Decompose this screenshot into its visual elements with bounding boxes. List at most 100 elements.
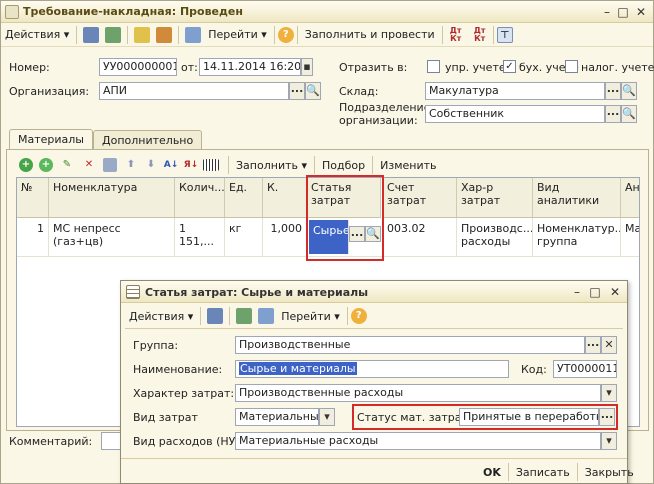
table-cell[interactable]: МС непресс (газ+цв): [49, 218, 175, 256]
comment-label: Комментарий:: [9, 435, 93, 448]
dialog-actions-menu[interactable]: Действия ▾: [125, 306, 197, 326]
dialog-minimize-icon[interactable]: –: [569, 284, 585, 300]
add-icon[interactable]: +: [19, 158, 33, 172]
table-cell[interactable]: Производс... расходы: [457, 218, 533, 256]
sort-desc-icon[interactable]: Я↓: [183, 157, 199, 173]
organization-open-icon[interactable]: 🔍: [305, 82, 321, 100]
column-header[interactable]: Счет затрат: [383, 178, 457, 218]
number-field[interactable]: УУ000000001: [99, 58, 177, 76]
dialog-refresh-icon[interactable]: [236, 308, 253, 324]
dialog-close-icon[interactable]: ✕: [607, 284, 623, 300]
warehouse-select-button[interactable]: ...: [605, 82, 621, 100]
upr-checkbox[interactable]: [427, 60, 440, 73]
help-icon[interactable]: ?: [277, 26, 294, 43]
main-toolbar: Действия ▾ Перейти ▾ ? Заполнить и прове…: [1, 23, 653, 47]
edit-icon[interactable]: ✎: [59, 157, 75, 173]
nalog-checkbox[interactable]: [565, 60, 578, 73]
kind-dropdown-icon[interactable]: ▾: [319, 408, 335, 426]
move-up-icon[interactable]: ⬆: [123, 157, 139, 173]
table-cell[interactable]: кг: [225, 218, 263, 256]
fill-and-post-button[interactable]: Заполнить и провести: [301, 25, 439, 45]
date-field[interactable]: 14.11.2014 16:20:23: [199, 58, 301, 76]
table-cell[interactable]: Номенклатур... группа: [533, 218, 621, 256]
group-field[interactable]: Производственные: [235, 336, 585, 354]
calendar-button[interactable]: ▪: [301, 58, 313, 76]
division-field[interactable]: Собственник: [425, 105, 605, 123]
close-button[interactable]: Закрыть: [581, 462, 638, 482]
name-label: Наименование:: [133, 363, 223, 376]
ok-button[interactable]: OK: [479, 462, 505, 482]
close-icon[interactable]: ✕: [633, 4, 649, 20]
refresh-icon[interactable]: [105, 26, 122, 43]
sort-asc-icon[interactable]: A↓: [163, 157, 179, 173]
nu-dropdown-icon[interactable]: ▾: [601, 432, 617, 450]
delete-icon[interactable]: ✕: [81, 157, 97, 173]
kind-label: Вид затрат: [133, 411, 198, 424]
copy-row-icon[interactable]: +: [39, 158, 53, 172]
comment-field[interactable]: [101, 432, 121, 450]
organization-select-button[interactable]: ...: [289, 82, 305, 100]
pick-button[interactable]: Подбор: [318, 155, 369, 175]
dialog-save-icon[interactable]: [207, 308, 224, 324]
dt-kt-movements-icon[interactable]: Дт Кт: [470, 26, 490, 43]
dialog-copy-icon[interactable]: [258, 308, 275, 324]
column-header[interactable]: Номенклатура: [49, 178, 175, 218]
division-label: Подразделение организации:: [339, 101, 431, 127]
nature-field[interactable]: Производственные расходы: [235, 384, 601, 402]
actions-menu[interactable]: Действия ▾: [1, 25, 73, 45]
table-toolbar: + + ✎ ✕ ⬆ ⬇ A↓ Я↓ Заполнить ▾ Подбор Изм…: [19, 155, 441, 175]
column-header[interactable]: Ед.: [225, 178, 263, 218]
group-label: Группа:: [133, 339, 179, 352]
table-cell[interactable]: 1,000: [263, 218, 307, 256]
barcode-icon[interactable]: [203, 159, 219, 171]
division-select-button[interactable]: ...: [605, 105, 621, 123]
minimize-icon[interactable]: –: [599, 4, 615, 20]
warehouse-field[interactable]: Макулатура: [425, 82, 605, 100]
group-select-button[interactable]: ...: [585, 336, 601, 354]
dialog-maximize-icon[interactable]: □: [587, 284, 603, 300]
save-row-icon[interactable]: [103, 158, 117, 172]
post-icon[interactable]: [134, 26, 151, 43]
table-cell[interactable]: Ма: [621, 218, 639, 256]
structure-icon[interactable]: ⊤: [496, 26, 513, 43]
column-header[interactable]: №: [17, 178, 49, 218]
change-button[interactable]: Изменить: [376, 155, 440, 175]
save-icon[interactable]: [83, 26, 100, 43]
dialog-help-icon[interactable]: ?: [350, 308, 367, 324]
nature-label: Характер затрат:: [133, 387, 235, 400]
tab-additional[interactable]: Дополнительно: [93, 130, 203, 150]
table-cell[interactable]: 003.02: [383, 218, 457, 256]
save-button[interactable]: Записать: [512, 462, 574, 482]
warehouse-open-icon[interactable]: 🔍: [621, 82, 637, 100]
table-cell[interactable]: 1 151,...: [175, 218, 225, 256]
column-header[interactable]: Вид аналитики: [533, 178, 621, 218]
name-field[interactable]: Сырье и материалы: [235, 360, 509, 378]
nature-dropdown-icon[interactable]: ▾: [601, 384, 617, 402]
tab-materials[interactable]: Материалы: [9, 129, 93, 150]
buh-checkbox[interactable]: ✓: [503, 60, 516, 73]
dialog-footer: OK Записать Закрыть: [479, 463, 638, 481]
code-field[interactable]: УТ0000011: [553, 360, 617, 378]
copy-icon[interactable]: [185, 26, 202, 43]
maximize-icon[interactable]: □: [615, 4, 631, 20]
group-clear-icon[interactable]: ✕: [601, 336, 617, 354]
dt-kt-report-icon[interactable]: Дт Кт: [446, 26, 466, 43]
fill-menu[interactable]: Заполнить ▾: [232, 155, 311, 175]
column-header[interactable]: Хар-р затрат: [457, 178, 533, 218]
dialog-goto-menu[interactable]: Перейти ▾: [277, 306, 344, 326]
unpost-icon[interactable]: [156, 26, 173, 43]
move-down-icon[interactable]: ⬇: [143, 157, 159, 173]
kind-field[interactable]: Материальные: [235, 408, 319, 426]
goto-menu[interactable]: Перейти ▾: [204, 25, 271, 45]
division-open-icon[interactable]: 🔍: [621, 105, 637, 123]
date-label: от:: [181, 61, 198, 74]
column-header[interactable]: К.: [263, 178, 307, 218]
column-header[interactable]: Колич...: [175, 178, 225, 218]
organization-field[interactable]: АПИ: [99, 82, 289, 100]
nu-field[interactable]: Материальные расходы: [235, 432, 601, 450]
warehouse-label: Склад:: [339, 85, 379, 98]
highlight-status: [352, 404, 618, 430]
table-cell[interactable]: 1: [17, 218, 49, 256]
column-header[interactable]: Ан: [621, 178, 639, 218]
nu-label: Вид расходов (НУ):: [133, 435, 244, 448]
